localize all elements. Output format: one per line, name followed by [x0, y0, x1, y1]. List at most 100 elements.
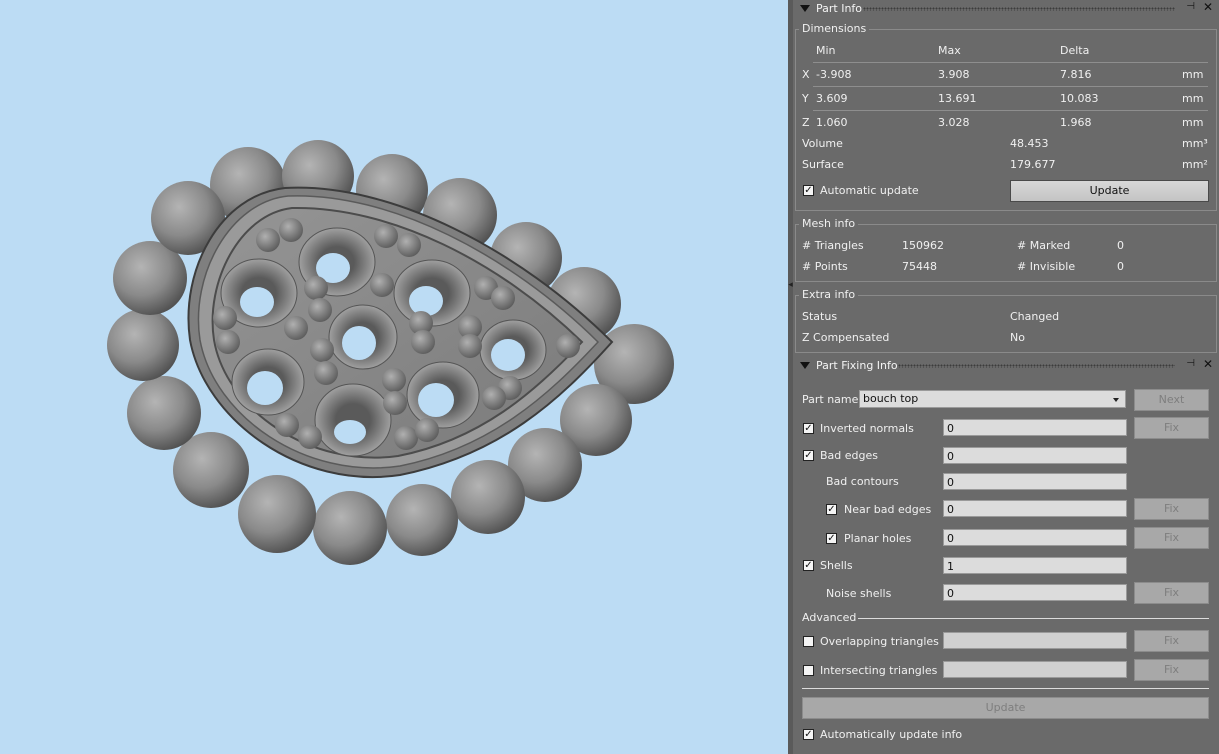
axis-y: Y [802, 92, 809, 105]
header-grip-dots [898, 364, 1175, 368]
auto-update-info-checkbox[interactable]: ✓ [803, 729, 814, 740]
y-max: 13.691 [938, 92, 977, 105]
part-model-render [107, 140, 674, 565]
fixing-update-button[interactable]: Update [802, 697, 1209, 719]
part-info-header[interactable]: Part Info ⊣ ✕ [793, 0, 1219, 18]
intersecting-triangles-checkbox[interactable] [803, 665, 814, 676]
marked-value: 0 [1117, 239, 1124, 252]
divider [813, 86, 1208, 87]
header-min: Min [816, 44, 836, 57]
z-min: 1.060 [816, 116, 848, 129]
planar-holes-field[interactable]: 0 [943, 529, 1127, 546]
near-bad-edges-field[interactable]: 0 [943, 500, 1127, 517]
header-max: Max [938, 44, 961, 57]
volume-label: Volume [802, 137, 843, 150]
volume-unit: mm³ [1182, 137, 1208, 150]
noise-shells-label: Noise shells [826, 587, 892, 600]
part-name-label: Part name [802, 393, 859, 406]
points-value: 75448 [902, 260, 937, 273]
right-panel: Part Info ⊣ ✕ Dimensions Min Max Delta X… [793, 0, 1219, 754]
auto-update-info-label: Automatically update info [820, 728, 963, 741]
bad-contours-field[interactable]: 0 [943, 473, 1127, 490]
overlapping-triangles-label: Overlapping triangles [820, 635, 939, 648]
shells-field[interactable]: 1 [943, 557, 1127, 574]
volume-value: 48.453 [1010, 137, 1049, 150]
surface-label: Surface [802, 158, 844, 171]
triangles-value: 150962 [902, 239, 944, 252]
pin-icon[interactable]: ⊣ [1186, 358, 1195, 369]
extra-info-group [795, 295, 1217, 353]
surface-unit: mm² [1182, 158, 1208, 171]
inverted-normals-label: Inverted normals [820, 422, 914, 435]
marked-label: # Marked [1017, 239, 1071, 252]
fix-overlapping-triangles-button[interactable]: Fix [1134, 630, 1209, 652]
next-button[interactable]: Next [1134, 389, 1209, 411]
mesh-info-label: Mesh info [799, 217, 859, 230]
bad-edges-label: Bad edges [820, 449, 878, 462]
near-bad-edges-checkbox[interactable]: ✓ [826, 504, 837, 515]
x-delta: 7.816 [1060, 68, 1092, 81]
x-min: -3.908 [816, 68, 852, 81]
y-min: 3.609 [816, 92, 848, 105]
collapse-triangle-icon[interactable] [800, 5, 810, 12]
axis-x: X [802, 68, 810, 81]
bad-edges-checkbox[interactable]: ✓ [803, 450, 814, 461]
fix-planar-holes-button[interactable]: Fix [1134, 527, 1209, 549]
part-fixing-header[interactable]: Part Fixing Info ⊣ ✕ [793, 357, 1219, 375]
inverted-normals-checkbox[interactable]: ✓ [803, 423, 814, 434]
3d-viewport[interactable] [0, 0, 788, 754]
close-icon[interactable]: ✕ [1203, 0, 1213, 14]
bottom-divider [802, 688, 1209, 689]
shells-label: Shells [820, 559, 853, 572]
x-unit: mm [1182, 68, 1204, 81]
dimensions-label: Dimensions [799, 22, 870, 35]
planar-holes-checkbox[interactable]: ✓ [826, 533, 837, 544]
chevron-down-icon [1113, 398, 1119, 402]
axis-z: Z [802, 116, 810, 129]
divider [813, 110, 1208, 111]
overlapping-triangles-field[interactable] [943, 632, 1127, 649]
z-compensated-value: No [1010, 331, 1025, 344]
z-unit: mm [1182, 116, 1204, 129]
divider [813, 62, 1208, 63]
bad-edges-field[interactable]: 0 [943, 447, 1127, 464]
intersecting-triangles-label: Intersecting triangles [820, 664, 938, 677]
planar-holes-label: Planar holes [844, 532, 912, 545]
close-icon[interactable]: ✕ [1203, 357, 1213, 371]
status-value: Changed [1010, 310, 1060, 323]
fix-noise-shells-button[interactable]: Fix [1134, 582, 1209, 604]
part-name-value: bouch top [863, 392, 919, 405]
part-fixing-title: Part Fixing Info [816, 359, 898, 372]
advanced-label: Advanced [802, 611, 857, 624]
intersecting-triangles-field[interactable] [943, 661, 1127, 678]
extra-info-label: Extra info [799, 288, 859, 301]
noise-shells-field[interactable]: 0 [943, 584, 1127, 601]
part-info-title: Part Info [816, 2, 863, 15]
part-name-dropdown[interactable]: bouch top [859, 390, 1126, 408]
triangles-label: # Triangles [802, 239, 864, 252]
inverted-normals-field[interactable]: 0 [943, 419, 1127, 436]
advanced-divider [858, 618, 1209, 619]
overlapping-triangles-checkbox[interactable] [803, 636, 814, 647]
invisible-label: # Invisible [1017, 260, 1076, 273]
mesh-info-group [795, 224, 1217, 282]
header-delta: Delta [1060, 44, 1090, 57]
fix-near-bad-edges-button[interactable]: Fix [1134, 498, 1209, 520]
invisible-value: 0 [1117, 260, 1124, 273]
x-max: 3.908 [938, 68, 970, 81]
dimensions-update-button[interactable]: Update [1010, 180, 1209, 202]
z-compensated-label: Z Compensated [802, 331, 890, 344]
z-max: 3.028 [938, 116, 970, 129]
collapse-triangle-icon[interactable] [800, 362, 810, 369]
y-delta: 10.083 [1060, 92, 1099, 105]
status-label: Status [802, 310, 838, 323]
shells-checkbox[interactable]: ✓ [803, 560, 814, 571]
fix-intersecting-triangles-button[interactable]: Fix [1134, 659, 1209, 681]
automatic-update-checkbox[interactable]: ✓ [803, 185, 814, 196]
y-unit: mm [1182, 92, 1204, 105]
fix-inverted-normals-button[interactable]: Fix [1134, 417, 1209, 439]
points-label: # Points [802, 260, 848, 273]
bad-contours-label: Bad contours [826, 475, 899, 488]
pin-icon[interactable]: ⊣ [1186, 1, 1195, 12]
near-bad-edges-label: Near bad edges [844, 503, 932, 516]
